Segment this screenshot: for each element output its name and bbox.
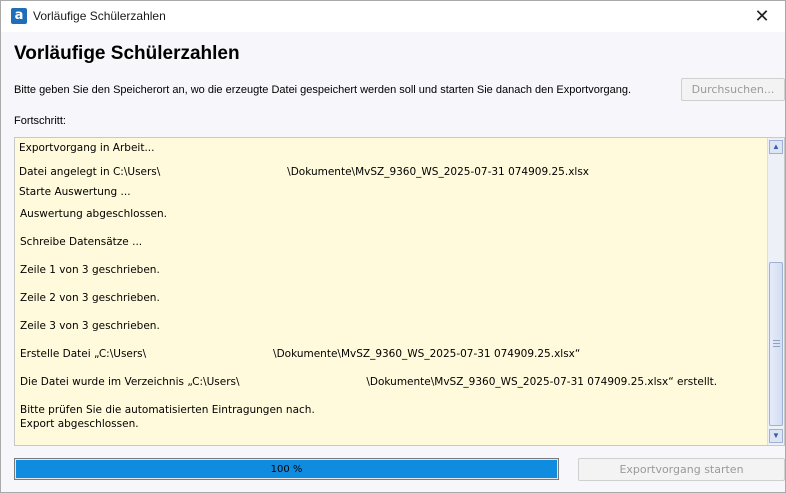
instruction-text: Bitte geben Sie den Speicherort an, wo d…: [14, 84, 632, 96]
log-line: Schreibe Datensätze ...: [20, 236, 143, 248]
log-line: Zeile 3 von 3 geschrieben.: [20, 320, 160, 332]
log-line: Bitte prüfen Sie die automatisierten Ein…: [20, 404, 315, 416]
scroll-thumb[interactable]: [769, 262, 783, 426]
log-line: Erstelle Datei „C:\Users\ \Dokumente\MvS…: [20, 348, 581, 360]
log-line: Die Datei wurde im Verzeichnis „C:\Users…: [20, 376, 718, 388]
browse-button[interactable]: Durchsuchen...: [681, 78, 785, 101]
log-line: Zeile 1 von 3 geschrieben.: [20, 264, 160, 276]
scroll-down-arrow-icon[interactable]: ▼: [769, 429, 783, 443]
dialog-window: a Vorläufige Schülerzahlen ✕ Vorläufige …: [0, 0, 786, 493]
log-line: Export abgeschlossen.: [20, 418, 139, 430]
progress-percent-text: 100 %: [270, 463, 303, 475]
title-bar[interactable]: a Vorläufige Schülerzahlen ✕: [1, 1, 785, 32]
progress-label: Fortschritt:: [14, 115, 66, 127]
log-line: Zeile 2 von 3 geschrieben.: [20, 292, 160, 304]
log-line: Exportvorgang in Arbeit...: [19, 142, 155, 154]
log-line: Starte Auswertung ...: [19, 186, 131, 198]
page-title: Vorläufige Schülerzahlen: [14, 43, 240, 64]
window-title: Vorläufige Schülerzahlen: [33, 9, 166, 23]
log-line: Auswertung abgeschlossen.: [20, 208, 167, 220]
scroll-up-arrow-icon[interactable]: ▲: [769, 140, 783, 154]
app-logo-letter: a: [14, 8, 24, 23]
app-logo-icon: a: [11, 8, 27, 24]
log-output-box[interactable]: Exportvorgang in Arbeit... Datei angeleg…: [14, 137, 785, 446]
progress-bar: 100 %: [14, 458, 559, 480]
close-icon: ✕: [754, 6, 770, 26]
start-export-button[interactable]: Exportvorgang starten: [578, 458, 785, 481]
log-line: Datei angelegt in C:\Users\ \Dokumente\M…: [19, 166, 590, 178]
thumb-grip-icon: [773, 340, 780, 347]
vertical-scrollbar[interactable]: ▲ ▼: [767, 138, 784, 445]
close-button[interactable]: ✕: [739, 1, 785, 32]
